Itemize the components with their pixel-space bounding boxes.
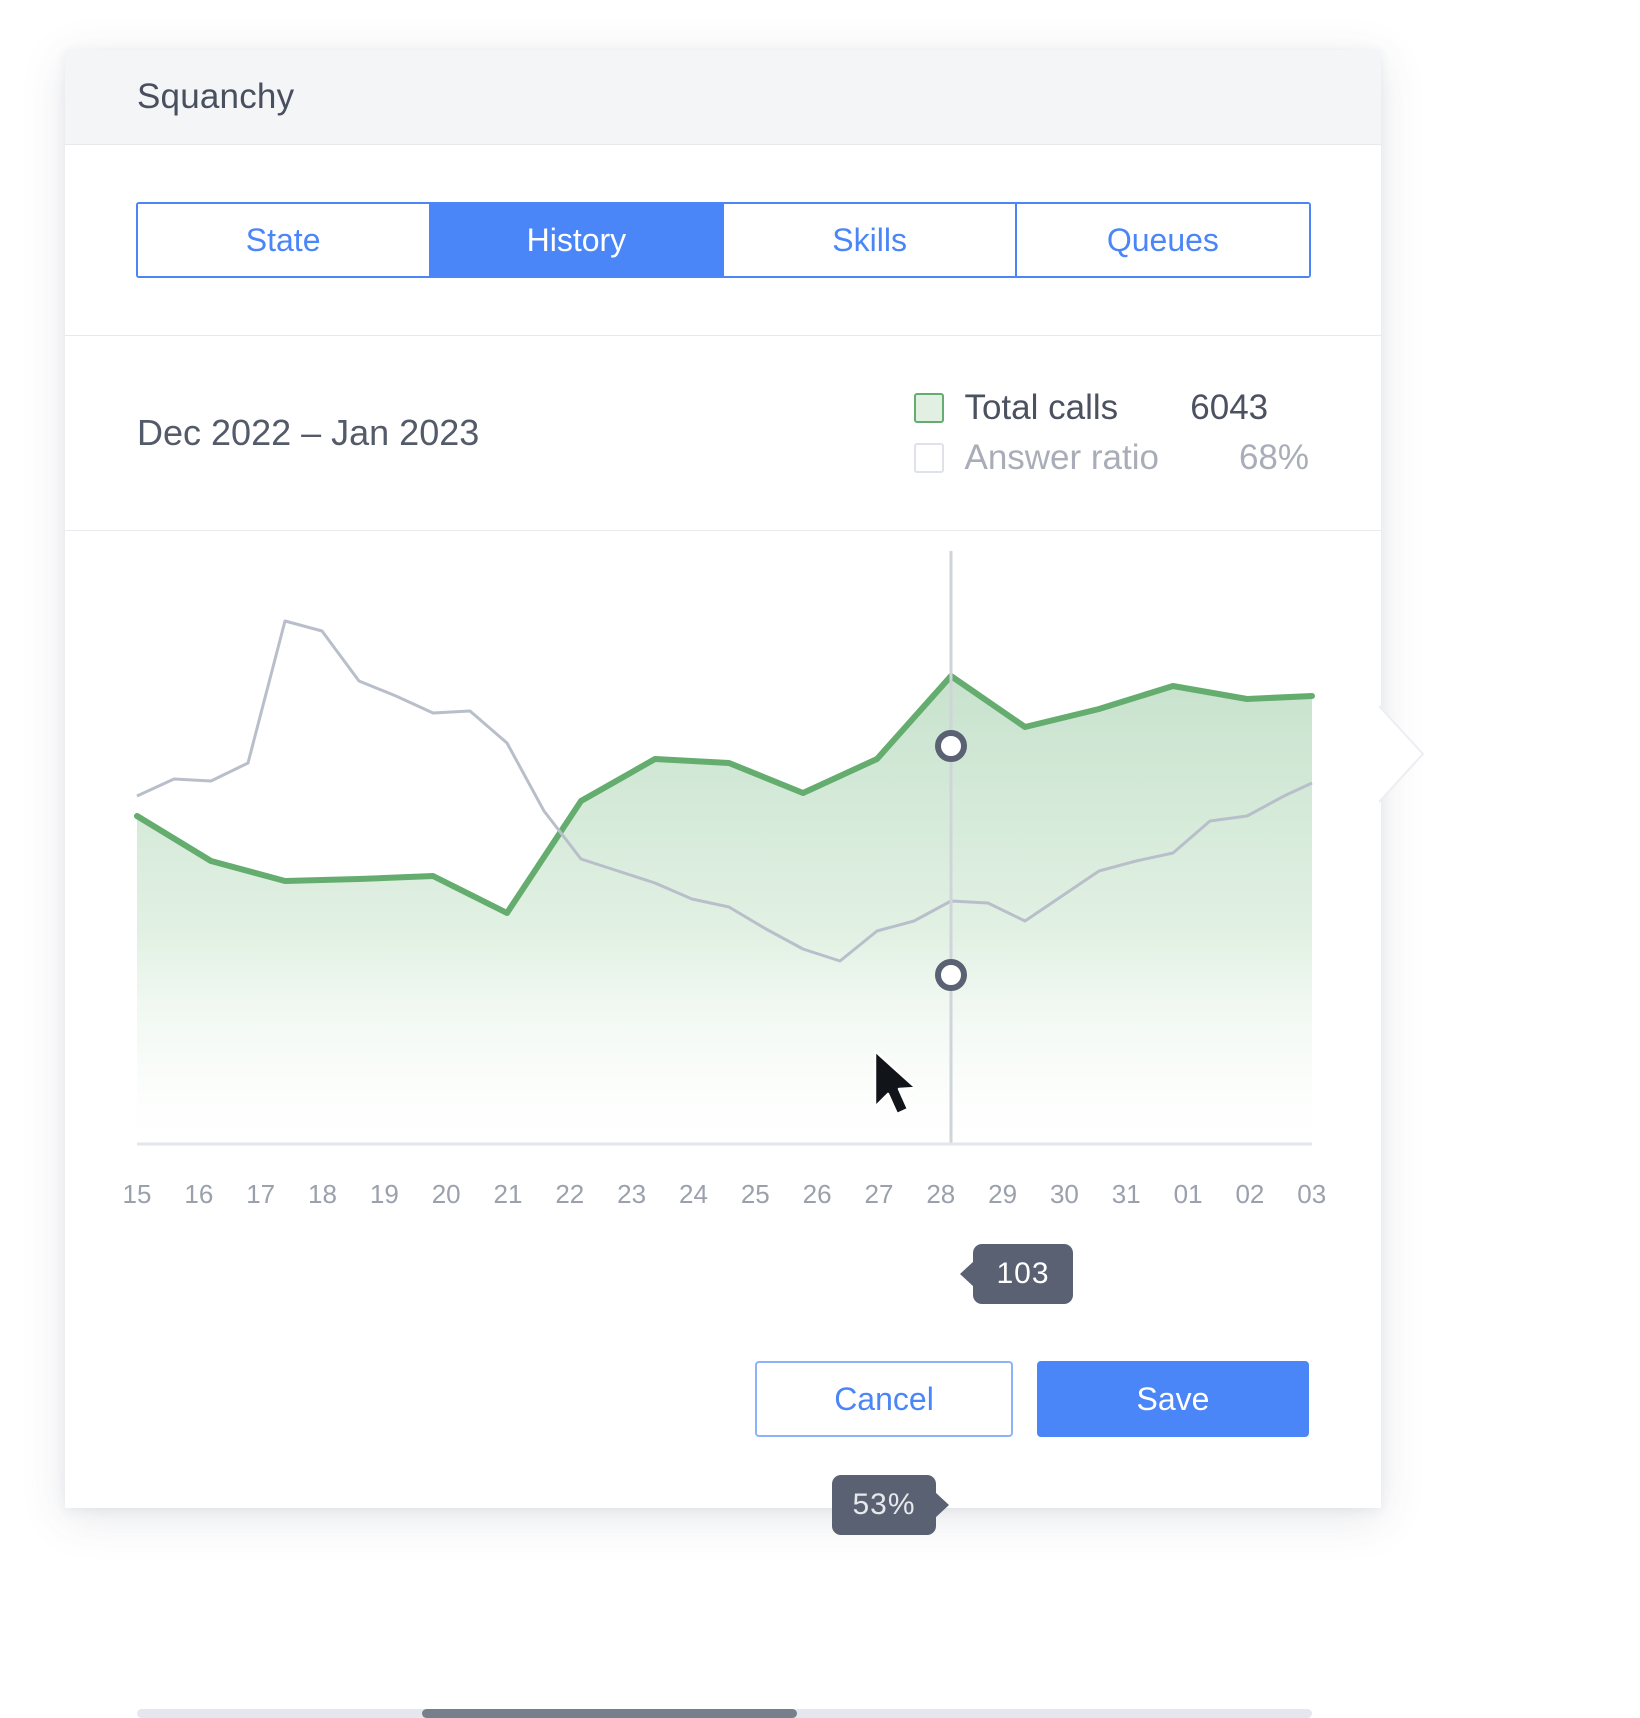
legend-item-answer-ratio[interactable]: Answer ratio 68% — [914, 438, 1309, 478]
legend-swatch-icon — [914, 393, 945, 423]
tab-skills[interactable]: Skills — [722, 202, 1016, 278]
legend-item-total-calls[interactable]: Total calls 6043 — [914, 388, 1309, 428]
tab-history[interactable]: History — [428, 202, 722, 278]
chart-info-row: Dec 2022 – Jan 2023 Total calls 6043 Ans… — [65, 336, 1381, 531]
legend-label: Total calls — [964, 388, 1119, 427]
marker-total-calls[interactable] — [935, 730, 967, 762]
dialog-footer: Cancel Save — [65, 1290, 1381, 1508]
tab-queues[interactable]: Queues — [1015, 202, 1311, 278]
legend-swatch-icon — [914, 443, 945, 473]
legend-value: 6043 — [1190, 388, 1269, 427]
expand-arrow-icon[interactable] — [1378, 705, 1425, 803]
chart-legend: Total calls 6043 Answer ratio 68% — [914, 388, 1309, 478]
legend-value: 68% — [1238, 438, 1309, 477]
area-total-calls — [137, 676, 1312, 1144]
dialog-header: Squanchy — [65, 50, 1381, 145]
segmented-tabs: State History Skills Queues — [135, 202, 1311, 278]
marker-answer-ratio[interactable] — [935, 959, 967, 991]
legend-label: Answer ratio — [964, 438, 1159, 477]
tabs-container: State History Skills Queues — [65, 145, 1381, 336]
history-chart[interactable]: 103 53% 15 16 17 18 19 20 21 22 23 24 25… — [65, 531, 1381, 1718]
chart-scrollbar-thumb[interactable] — [422, 1709, 797, 1718]
date-range-label: Dec 2022 – Jan 2023 — [137, 412, 480, 453]
x-axis-ticks: 15 16 17 18 19 20 21 22 23 24 25 26 27 2… — [122, 1179, 1327, 1209]
chart-canvas — [134, 551, 1315, 1146]
page-title: Squanchy — [137, 77, 295, 116]
save-button[interactable]: Save — [1037, 1361, 1309, 1437]
history-dialog: Squanchy State History Skills Queues Dec… — [65, 50, 1381, 1718]
chart-scrollbar-track[interactable] — [137, 1709, 1312, 1718]
cancel-button[interactable]: Cancel — [755, 1361, 1013, 1437]
tab-state[interactable]: State — [135, 202, 429, 278]
screen: Squanchy State History Skills Queues Dec… — [0, 0, 1640, 1718]
